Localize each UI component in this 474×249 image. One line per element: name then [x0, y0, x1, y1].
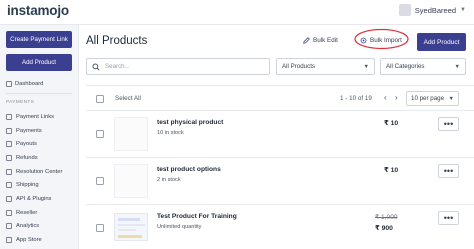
add-product-button[interactable]: Add Product: [417, 33, 466, 51]
sidebar-item-label: Resolution Center: [16, 168, 63, 175]
row-checkbox[interactable]: [96, 130, 104, 138]
more-options-button[interactable]: •••: [438, 117, 459, 131]
sidebar-section-label: PAYMENTS: [6, 100, 35, 105]
more-options-button[interactable]: •••: [438, 164, 459, 178]
sidebar-divider: [6, 93, 72, 94]
refunds-icon: [6, 154, 12, 161]
sidebar-item-label: Payouts: [16, 141, 37, 148]
user-menu[interactable]: SyedBareed ▼: [398, 4, 466, 16]
select-all-label: Select All: [115, 95, 141, 102]
chevron-down-icon: ▼: [448, 95, 454, 102]
sidebar-item-shipping[interactable]: Shipping: [6, 178, 76, 192]
list-header: Select All 1 - 10 of 19 ‹ › 10 per page …: [86, 85, 474, 111]
product-stock: Unlimited quantity: [157, 224, 202, 230]
more-icon: •••: [443, 212, 454, 223]
per-page-select[interactable]: 10 per page ▼: [406, 91, 459, 106]
create-payment-link-button[interactable]: Create Payment Link: [6, 31, 72, 48]
sidebar-payments-list: Payment Links Payments Payouts Refunds R…: [6, 110, 76, 247]
product-row[interactable]: test product options 2 in stock ₹ 10 •••: [86, 158, 474, 205]
sidebar-item-label: Analytics: [16, 223, 40, 230]
sidebar-item-refunds[interactable]: Refunds: [6, 151, 76, 165]
reseller-icon: [6, 209, 12, 216]
chevron-down-icon: ▼: [454, 63, 460, 70]
sidebar-item-payments[interactable]: Payments: [6, 124, 76, 138]
sidebar-item-label: Payments: [16, 127, 42, 134]
product-name[interactable]: test product options: [157, 166, 221, 173]
select-all-checkbox[interactable]: [96, 95, 104, 103]
api-icon: [6, 195, 12, 202]
categories-filter-value: All Categories: [386, 63, 425, 70]
resolution-icon: [6, 168, 12, 175]
link-icon: [6, 113, 12, 120]
product-thumbnail: [114, 164, 148, 198]
bulk-edit-button[interactable]: Bulk Edit: [303, 37, 338, 44]
more-options-button[interactable]: •••: [438, 211, 459, 225]
sidebar-item-reseller[interactable]: Reseller: [6, 206, 76, 220]
product-stock: 2 in stock: [157, 177, 181, 183]
product-thumbnail: [114, 117, 148, 151]
sidebar-item-payouts[interactable]: Payouts: [6, 137, 76, 151]
shipping-icon: [6, 182, 12, 189]
sidebar-item-payment-links[interactable]: Payment Links: [6, 110, 76, 124]
red-annotation-circle: [354, 28, 409, 50]
prev-page-icon[interactable]: ‹: [384, 93, 387, 102]
sidebar-item-dashboard[interactable]: Dashboard: [6, 81, 43, 87]
pencil-icon: [303, 37, 310, 44]
products-filter-value: All Products: [282, 63, 316, 70]
dashboard-icon: [6, 81, 12, 87]
more-icon: •••: [443, 118, 454, 129]
row-checkbox[interactable]: [96, 224, 104, 232]
bulk-edit-label: Bulk Edit: [313, 37, 338, 44]
payments-icon: [6, 127, 12, 134]
per-page-value: 10 per page: [411, 95, 445, 102]
categories-filter-select[interactable]: All Categories ▼: [380, 58, 466, 75]
products-filter-select[interactable]: All Products ▼: [276, 58, 375, 75]
product-price: ₹ 10: [384, 167, 399, 174]
sidebar-item-app-store[interactable]: App Store: [6, 233, 76, 247]
user-name: SyedBareed: [414, 5, 457, 15]
product-price: ₹ 900: [375, 225, 393, 232]
search-box[interactable]: [86, 58, 270, 75]
row-checkbox[interactable]: [96, 177, 104, 185]
sidebar-item-label: Shipping: [16, 182, 39, 189]
search-input[interactable]: [105, 63, 255, 70]
app-store-icon: [6, 237, 12, 244]
instamojo-logo[interactable]: instamojo: [7, 3, 69, 18]
top-bar: instamojo SyedBareed ▼: [0, 0, 474, 25]
sidebar-item-label: Refunds: [16, 154, 38, 161]
sidebar-item-resolution-center[interactable]: Resolution Center: [6, 165, 76, 179]
product-price: ₹ 10: [384, 120, 399, 127]
sidebar-item-api-plugins[interactable]: API & Plugins: [6, 192, 76, 206]
next-page-icon[interactable]: ›: [395, 93, 398, 102]
analytics-icon: [6, 223, 12, 230]
sidebar-item-label: Payment Links: [16, 113, 55, 120]
payouts-icon: [6, 141, 12, 148]
avatar: [398, 4, 411, 16]
product-thumbnail: [114, 213, 148, 241]
search-icon: [92, 62, 100, 71]
product-row[interactable]: test physical product 10 in stock ₹ 10 •…: [86, 111, 474, 158]
page-title: All Products: [86, 35, 148, 47]
product-name[interactable]: test physical product: [157, 119, 223, 126]
product-stock: 10 in stock: [157, 130, 184, 136]
product-original-price: ₹ 1,000: [375, 214, 398, 221]
sidebar-item-label: Reseller: [16, 209, 38, 216]
pagination-range: 1 - 10 of 19: [340, 95, 372, 102]
more-icon: •••: [443, 165, 454, 176]
sidebar-add-product-button[interactable]: Add Product: [6, 54, 72, 71]
product-name[interactable]: Test Product For Training: [157, 213, 237, 220]
product-row[interactable]: Test Product For Training Unlimited quan…: [86, 205, 474, 249]
sidebar-item-label: API & Plugins: [16, 195, 52, 202]
sidebar-item-analytics[interactable]: Analytics: [6, 220, 76, 234]
chevron-down-icon: ▼: [363, 63, 369, 70]
sidebar-item-label: Dashboard: [15, 81, 44, 87]
chevron-down-icon: ▼: [460, 7, 466, 13]
sidebar: Create Payment Link Add Product Dashboar…: [0, 25, 79, 249]
sidebar-item-label: App Store: [16, 237, 42, 244]
